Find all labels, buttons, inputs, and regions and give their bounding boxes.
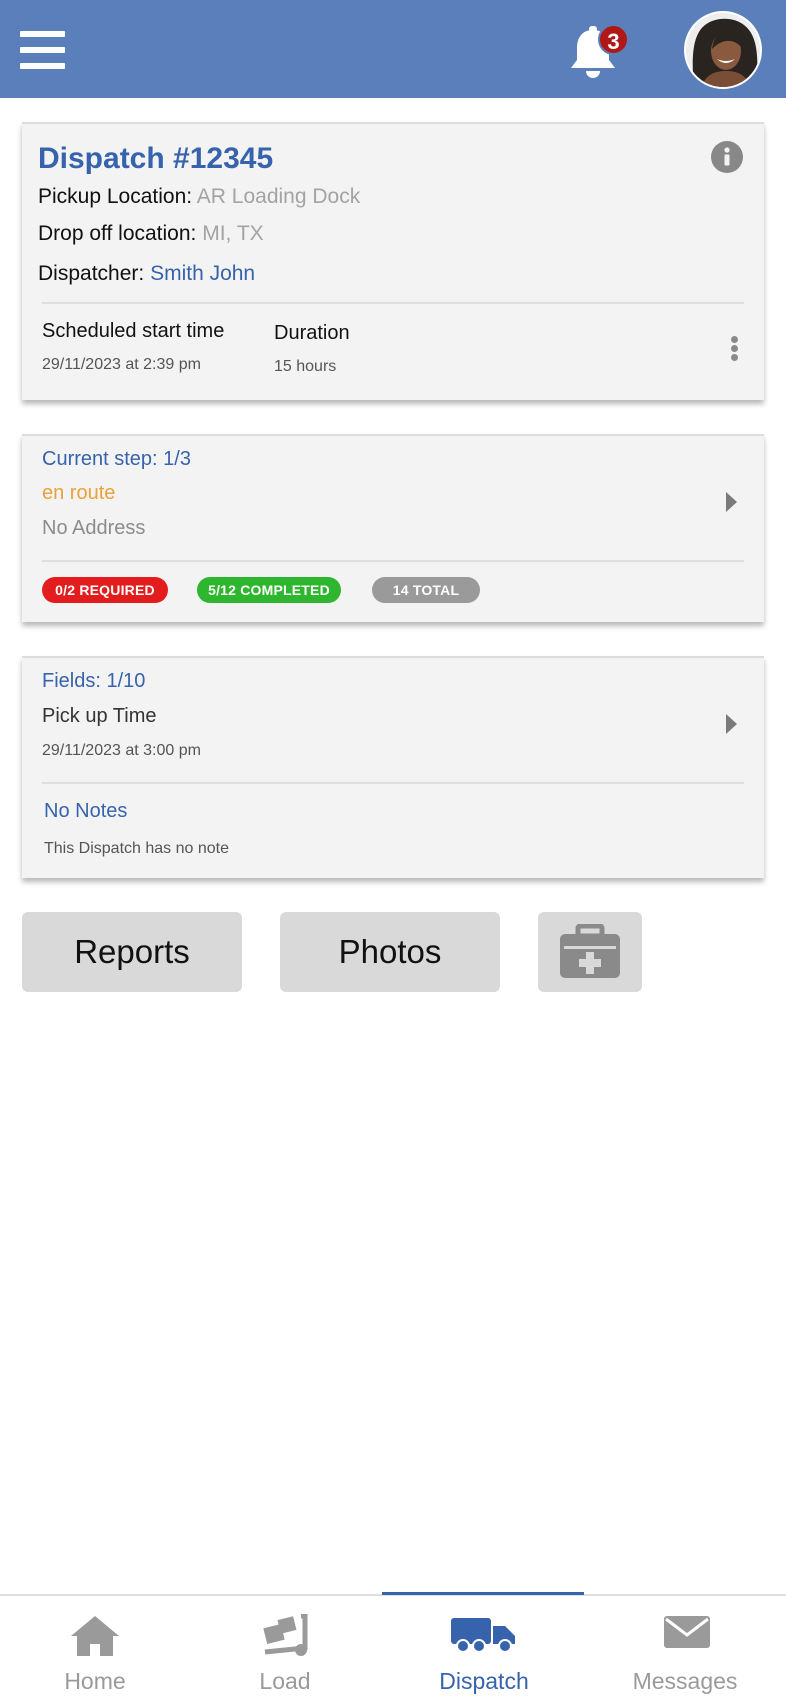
field-time: 29/11/2023 at 3:00 pm — [42, 742, 201, 759]
dispatcher-row: Dispatcher: Smith John — [38, 262, 255, 286]
scheduled-start-label: Scheduled start time — [42, 320, 225, 342]
envelope-icon — [664, 1616, 710, 1648]
pickup-location-label: Pickup Location: — [38, 185, 193, 208]
more-options-icon[interactable] — [722, 334, 746, 364]
fields-title: Fields: 1/10 — [42, 670, 146, 692]
notes-title: No Notes — [44, 800, 128, 822]
step-address: No Address — [42, 517, 146, 539]
field-name: Pick up Time — [42, 705, 157, 727]
divider — [42, 302, 744, 304]
user-avatar[interactable] — [684, 11, 762, 89]
active-tab-indicator — [382, 1592, 584, 1595]
dispatch-details-card: Dispatch #12345 Pickup Location: AR Load… — [22, 122, 764, 400]
nav-dispatch[interactable]: Dispatch — [424, 1596, 544, 1704]
home-icon — [71, 1616, 119, 1656]
pickup-location-row: Pickup Location: AR Loading Dock — [38, 185, 360, 209]
truck-icon — [451, 1618, 515, 1653]
dispatch-title: Dispatch #12345 — [38, 142, 274, 175]
step-status: en route — [42, 482, 116, 504]
nav-home[interactable]: Home — [40, 1596, 150, 1704]
dropoff-location-value: MI, TX — [202, 222, 264, 245]
add-record-button[interactable] — [538, 912, 642, 992]
bottom-navigation: Home Load Dispatch Messages — [0, 1592, 786, 1704]
nav-dispatch-label: Dispatch — [439, 1668, 529, 1694]
current-step-card[interactable]: Current step: 1/3 en route No Address 0/… — [22, 434, 764, 622]
caret-right-icon[interactable] — [726, 492, 737, 512]
fields-card[interactable]: Fields: 1/10 Pick up Time 29/11/2023 at … — [22, 656, 764, 878]
dropoff-location-label: Drop off location: — [38, 222, 197, 245]
notes-text: This Dispatch has no note — [44, 840, 229, 857]
current-step-title: Current step: 1/3 — [42, 448, 191, 470]
photos-button[interactable]: Photos — [280, 912, 500, 992]
nav-load[interactable]: Load — [230, 1596, 340, 1704]
total-badge: 14 TOTAL — [372, 577, 480, 603]
nav-load-label: Load — [259, 1668, 311, 1694]
nav-home-label: Home — [64, 1668, 126, 1694]
nav-messages[interactable]: Messages — [620, 1596, 750, 1704]
hamburger-menu-icon[interactable] — [20, 31, 65, 69]
divider — [42, 560, 744, 562]
nav-messages-label: Messages — [632, 1668, 738, 1694]
duration-label: Duration — [274, 322, 350, 344]
pickup-location-value: AR Loading Dock — [196, 185, 361, 208]
completed-badge: 5/12 COMPLETED — [197, 577, 341, 603]
duration-value: 15 hours — [274, 358, 337, 375]
scheduled-start-value: 29/11/2023 at 2:39 pm — [42, 356, 201, 373]
divider — [42, 782, 744, 784]
dispatcher-label: Dispatcher: — [38, 262, 145, 285]
reports-button[interactable]: Reports — [22, 912, 242, 992]
medical-kit-add-icon — [560, 924, 620, 978]
caret-right-icon[interactable] — [726, 714, 737, 734]
info-icon[interactable] — [710, 140, 744, 174]
dispatcher-name-link[interactable]: Smith John — [150, 262, 255, 285]
required-badge: 0/2 REQUIRED — [42, 577, 168, 603]
app-header: 3 — [0, 0, 786, 98]
dropoff-location-row: Drop off location: MI, TX — [38, 222, 264, 246]
hand-truck-icon — [263, 1614, 308, 1656]
notification-count-badge: 3 — [598, 24, 629, 55]
